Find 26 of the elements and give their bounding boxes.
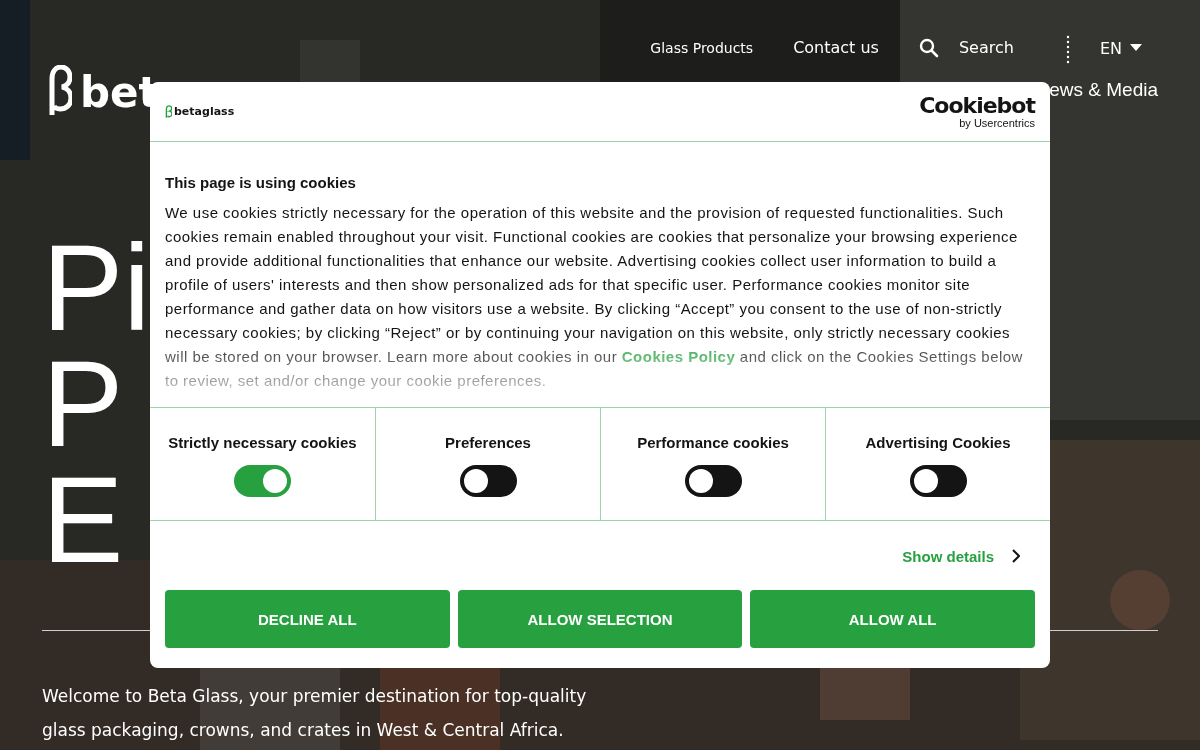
nav-link[interactable]: ews & Media <box>1049 79 1158 101</box>
headline-text: P <box>42 346 124 462</box>
toggle-switch[interactable] <box>234 465 291 497</box>
language-dropdown[interactable]: EN <box>1099 30 1142 66</box>
search-icon[interactable] <box>918 38 939 58</box>
headline-text: E <box>42 462 124 578</box>
toggle-switch[interactable] <box>909 465 967 497</box>
provider-logo-text: Cookiebot <box>919 94 1035 117</box>
category-label: Advertising Cookies <box>865 434 1011 451</box>
provider-tagline: by Usercentrics <box>959 116 1035 129</box>
nav-link[interactable]: Contact us <box>793 30 879 66</box>
intro-text: Welcome to Beta Glass, your premier destination for top-quality glass packaging, crowns, and crates in West & Central Africa. <box>42 685 588 742</box>
toggle-switch[interactable] <box>459 465 517 497</box>
beta-icon <box>165 105 172 118</box>
beta-icon <box>48 65 72 115</box>
brand-logo-text: betaglass <box>174 105 235 118</box>
dialog-title: This page is using cookies <box>165 174 357 191</box>
caret-icon <box>1130 44 1142 52</box>
search-link[interactable]: Search <box>958 30 1014 66</box>
category-label: Strictly necessary cookies <box>168 434 357 451</box>
headline-text: Pi <box>42 230 151 346</box>
nav-link[interactable]: Glass Products <box>650 30 754 66</box>
toggle-switch[interactable] <box>684 465 742 497</box>
chevron-icon <box>1012 549 1020 563</box>
category-label: Preferences <box>445 434 531 451</box>
category-label: Performance cookies <box>637 434 789 451</box>
